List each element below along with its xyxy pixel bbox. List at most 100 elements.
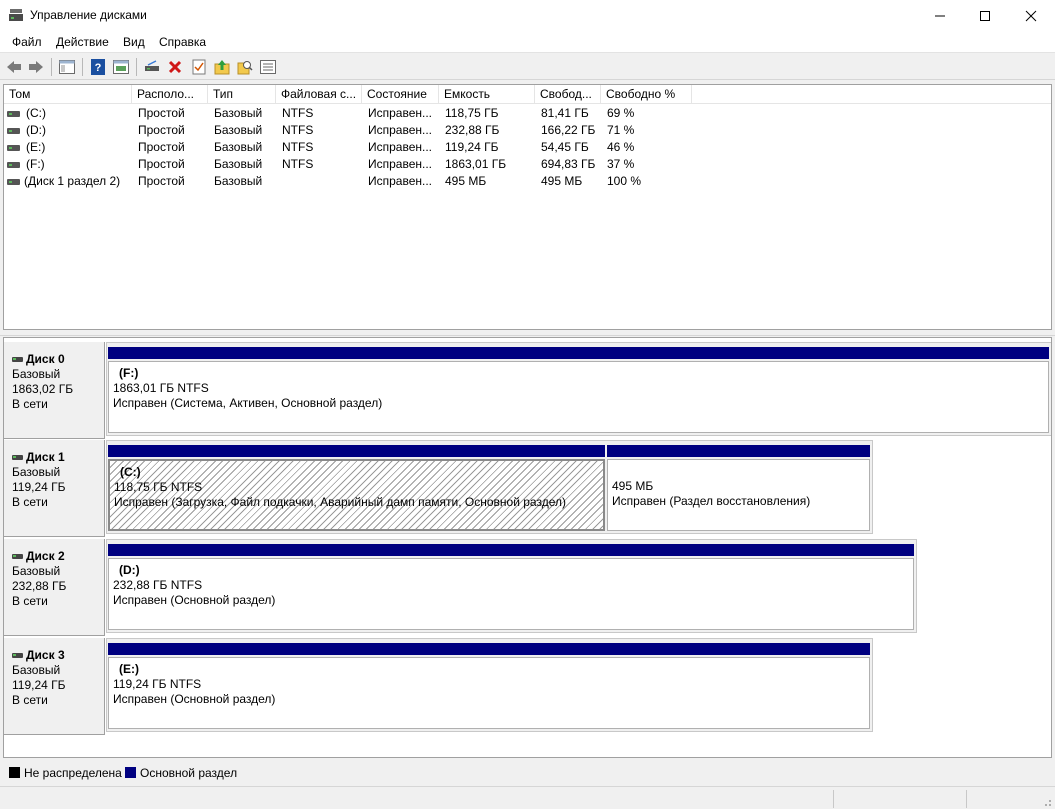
partition-bar [108,347,1049,359]
properties-icon[interactable] [112,58,130,76]
partition-title: (E:) [119,662,139,676]
disk-icon [12,554,23,559]
cell-free-space: 166,22 ГБ [541,123,596,137]
disk-type: Базовый [12,367,61,381]
menu-bar: Файл Действие Вид Справка [0,31,1055,53]
partition-d[interactable]: (D:) 232,88 ГБ NTFS Исправен (Основной р… [108,544,914,630]
cell-type: Базовый [214,174,263,188]
toolbar-separator [82,58,83,76]
maximize-button[interactable] [962,0,1008,31]
column-header-volume[interactable]: Том [4,85,132,104]
back-arrow-icon[interactable] [5,58,23,76]
checklist-icon[interactable] [190,58,208,76]
disk-status: В сети [12,397,48,411]
partition-e[interactable]: (E:) 119,24 ГБ NTFS Исправен (Основной р… [108,643,870,729]
column-header-free-percent[interactable]: Свободно % [601,85,692,104]
menu-file[interactable]: Файл [12,35,42,49]
disk-icon [12,357,23,362]
cell-volume: (F:) [26,157,45,171]
disk-3-area: (E:) 119,24 ГБ NTFS Исправен (Основной р… [106,638,873,732]
status-bar [0,786,1055,809]
cell-status: Исправен... [368,106,433,120]
menu-view[interactable]: Вид [123,35,145,49]
cell-free-space: 54,45 ГБ [541,140,589,154]
table-row[interactable]: (E:) Простой Базовый NTFS Исправен... 11… [4,139,1051,156]
toolbar-separator [136,58,137,76]
column-header-layout[interactable]: Располо... [132,85,208,104]
up-folder-icon[interactable] [213,58,231,76]
disk-1-label[interactable]: Диск 1 Базовый 119,24 ГБ В сети [4,440,105,537]
disk-status: В сети [12,495,48,509]
partition-f[interactable]: (F:) 1863,01 ГБ NTFS Исправен (Система, … [108,347,1049,433]
cell-type: Базовый [214,140,263,154]
maximize-icon [980,10,990,21]
cell-status: Исправен... [368,140,433,154]
volume-list[interactable]: Том Располо... Тип Файловая с... Состоян… [3,84,1052,330]
disk-map[interactable]: Диск 0 Базовый 1863,02 ГБ В сети (F:) 18… [3,337,1052,758]
close-button[interactable] [1008,0,1054,31]
partition-c[interactable]: (C:) 118,75 ГБ NTFS Исправен (Загрузка, … [108,445,605,531]
partition-status: Исправен (Основной раздел) [113,593,276,607]
cell-filesystem: NTFS [282,106,314,120]
legend-unallocated-label: Не распределена [24,766,122,780]
legend-unallocated-swatch [9,767,20,778]
disk-0-area: (F:) 1863,01 ГБ NTFS Исправен (Система, … [106,342,1051,436]
partition-size: 1863,01 ГБ NTFS [113,381,209,395]
cell-free-space: 495 МБ [541,174,583,188]
pane-splitter[interactable] [0,331,1055,336]
delete-icon[interactable] [166,58,184,76]
partition-bar [607,445,870,457]
disk-icon [12,455,23,460]
drive-icon [7,162,20,168]
search-icon[interactable] [236,58,254,76]
disk-name: Диск 0 [26,352,65,366]
help-icon[interactable]: ? [89,58,107,76]
partition-title: (C:) [120,465,141,479]
disk-1-area: (C:) 118,75 ГБ NTFS Исправен (Загрузка, … [106,440,873,534]
disk-link-icon[interactable] [143,58,161,76]
menu-action[interactable]: Действие [56,35,109,49]
cell-layout: Простой [138,106,185,120]
partition-body: (D:) 232,88 ГБ NTFS Исправен (Основной р… [108,558,914,630]
disk-2-label[interactable]: Диск 2 Базовый 232,88 ГБ В сети [4,539,105,636]
minimize-button[interactable] [917,0,963,31]
disk-size: 1863,02 ГБ [12,382,74,396]
disk-status: В сети [12,594,48,608]
drive-icon [7,128,20,134]
cell-layout: Простой [138,123,185,137]
partition-body: (E:) 119,24 ГБ NTFS Исправен (Основной р… [108,657,870,729]
cell-type: Базовый [214,157,263,171]
column-header-status[interactable]: Состояние [362,85,439,104]
console-tree-icon[interactable] [58,58,76,76]
rescan-icon[interactable] [259,58,277,76]
cell-volume: (E:) [26,140,46,154]
disk-size: 232,88 ГБ [12,579,67,593]
partition-recovery[interactable]: 495 МБ Исправен (Раздел восстановления) [607,445,870,531]
cell-free-space: 81,41 ГБ [541,106,589,120]
resize-grip-icon[interactable] [1040,795,1052,807]
cell-status: Исправен... [368,157,433,171]
column-header-free-space[interactable]: Свобод... [535,85,601,104]
cell-free-percent: 71 % [607,123,635,137]
partition-status: Исправен (Загрузка, Файл подкачки, Авари… [114,495,566,509]
table-row[interactable]: (Диск 1 раздел 2) Простой Базовый Исправ… [4,173,1051,190]
partition-bar [108,643,870,655]
toolbar-separator [51,58,52,76]
table-row[interactable]: (C:) Простой Базовый NTFS Исправен... 11… [4,105,1051,122]
svg-text:?: ? [95,62,102,74]
column-header-filesystem[interactable]: Файловая с... [276,85,362,104]
column-header-capacity[interactable]: Емкость [439,85,535,104]
partition-status: Исправен (Раздел восстановления) [612,494,811,508]
cell-type: Базовый [214,123,263,137]
disk-0-label[interactable]: Диск 0 Базовый 1863,02 ГБ В сети [4,342,105,439]
column-header-type[interactable]: Тип [208,85,276,104]
partition-body-selected: (C:) 118,75 ГБ NTFS Исправен (Загрузка, … [108,459,605,531]
menu-help[interactable]: Справка [159,35,206,49]
table-row[interactable]: (F:) Простой Базовый NTFS Исправен... 18… [4,156,1051,173]
disk-3-label[interactable]: Диск 3 Базовый 119,24 ГБ В сети [4,638,105,735]
disk-size: 119,24 ГБ [12,480,66,494]
cell-volume: (C:) [26,106,46,120]
forward-arrow-icon[interactable] [27,58,45,76]
legend-primary-swatch [125,767,136,778]
table-row[interactable]: (D:) Простой Базовый NTFS Исправен... 23… [4,122,1051,139]
